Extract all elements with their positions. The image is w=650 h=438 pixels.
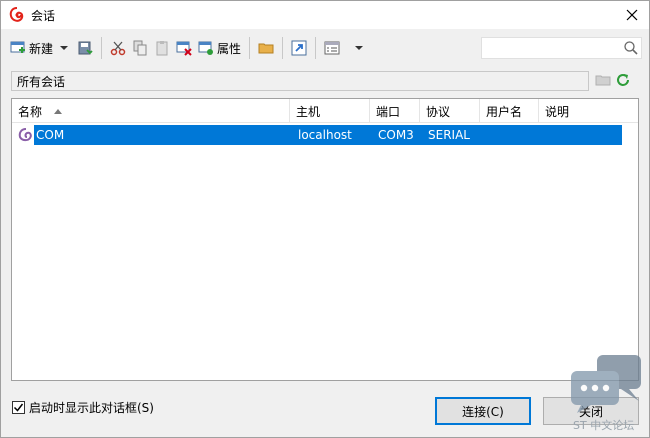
search-input[interactable] [481, 37, 642, 59]
new-session-dropdown-arrow[interactable] [60, 46, 69, 50]
folder-path-bar[interactable]: 所有会话 [11, 71, 589, 91]
watermark-text: ST 中文论坛 [573, 419, 635, 432]
chat-bubble-icon [571, 355, 641, 413]
column-header-label: 说明 [545, 104, 570, 119]
column-header-label: 协议 [426, 104, 451, 119]
new-session-icon [10, 41, 25, 53]
connect-button[interactable]: 连接(C) [435, 397, 531, 425]
column-header-label: 主机 [296, 104, 321, 119]
view-button[interactable] [321, 36, 343, 60]
column-header-protocol[interactable]: 协议 [420, 99, 480, 123]
folder-path-text: 所有会话 [17, 74, 66, 89]
properties-icon [198, 41, 214, 55]
close-icon [626, 9, 638, 21]
startup-checkbox-row[interactable]: 启动时显示此对话框(S) [12, 399, 154, 416]
table-row[interactable]: COM localhost COM3 SERIAL [34, 125, 622, 145]
session-list[interactable]: 名称 主机 端口 协议 用户名 说明 COM localhost COM3 SE… [11, 98, 639, 381]
view-list-icon [324, 41, 340, 55]
session-host: localhost [298, 128, 352, 142]
save-icon [78, 41, 93, 55]
shortcut-icon [291, 40, 307, 56]
path-bar-actions [595, 72, 631, 88]
toolbar-separator [315, 37, 317, 59]
column-header-host[interactable]: 主机 [290, 99, 370, 123]
copy-icon [133, 40, 147, 56]
toolbar-separator [101, 37, 103, 59]
startup-checkbox-label: 启动时显示此对话框(S) [29, 401, 154, 415]
delete-icon [176, 41, 192, 56]
properties-button[interactable]: 属性 [195, 36, 244, 60]
view-dropdown-arrow[interactable] [355, 46, 364, 50]
column-header-label: 名称 [18, 104, 43, 119]
scissors-icon [110, 41, 126, 56]
session-port: COM3 [378, 128, 414, 142]
paste-button[interactable] [151, 36, 173, 60]
window-title: 会话 [31, 8, 56, 23]
connect-button-label: 连接(C) [462, 404, 504, 419]
sessions-dialog: 会话 新建 属性 所有会话 名称 主机 端口 协议 用户名 说明 COM loc… [0, 0, 650, 438]
folder-up-icon[interactable] [595, 72, 611, 88]
session-list-header: 名称 主机 端口 协议 用户名 说明 [12, 99, 638, 123]
cut-button[interactable] [107, 36, 129, 60]
new-session-button[interactable]: 新建 [7, 36, 56, 60]
toolbar-separator [282, 37, 284, 59]
session-icon [18, 128, 32, 142]
save-session-button[interactable] [74, 36, 96, 60]
paste-icon [156, 41, 168, 56]
folder-icon [258, 43, 274, 54]
startup-checkbox[interactable] [12, 401, 25, 414]
column-header-label: 用户名 [486, 104, 523, 119]
new-session-label: 新建 [29, 41, 54, 56]
column-header-username[interactable]: 用户名 [480, 99, 539, 123]
title-bar: 会话 [1, 1, 649, 29]
search-icon [624, 41, 638, 55]
copy-button[interactable] [129, 36, 151, 60]
session-protocol: SERIAL [428, 128, 470, 142]
toolbar-separator [249, 37, 251, 59]
column-header-label: 端口 [376, 104, 401, 119]
column-header-port[interactable]: 端口 [370, 99, 420, 123]
checkmark-icon [13, 403, 24, 412]
close-window-button[interactable] [621, 5, 643, 25]
new-folder-button[interactable] [255, 36, 277, 60]
delete-session-button[interactable] [173, 36, 195, 60]
column-header-name[interactable]: 名称 [12, 99, 290, 123]
shortcut-button[interactable] [288, 36, 310, 60]
refresh-icon[interactable] [615, 72, 631, 88]
sort-ascending-icon [54, 108, 63, 114]
forum-watermark: ST 中文论坛 [569, 353, 649, 433]
app-logo-icon [9, 7, 24, 22]
session-name: COM [36, 128, 65, 142]
properties-label: 属性 [217, 41, 242, 56]
column-header-description[interactable]: 说明 [539, 99, 638, 123]
